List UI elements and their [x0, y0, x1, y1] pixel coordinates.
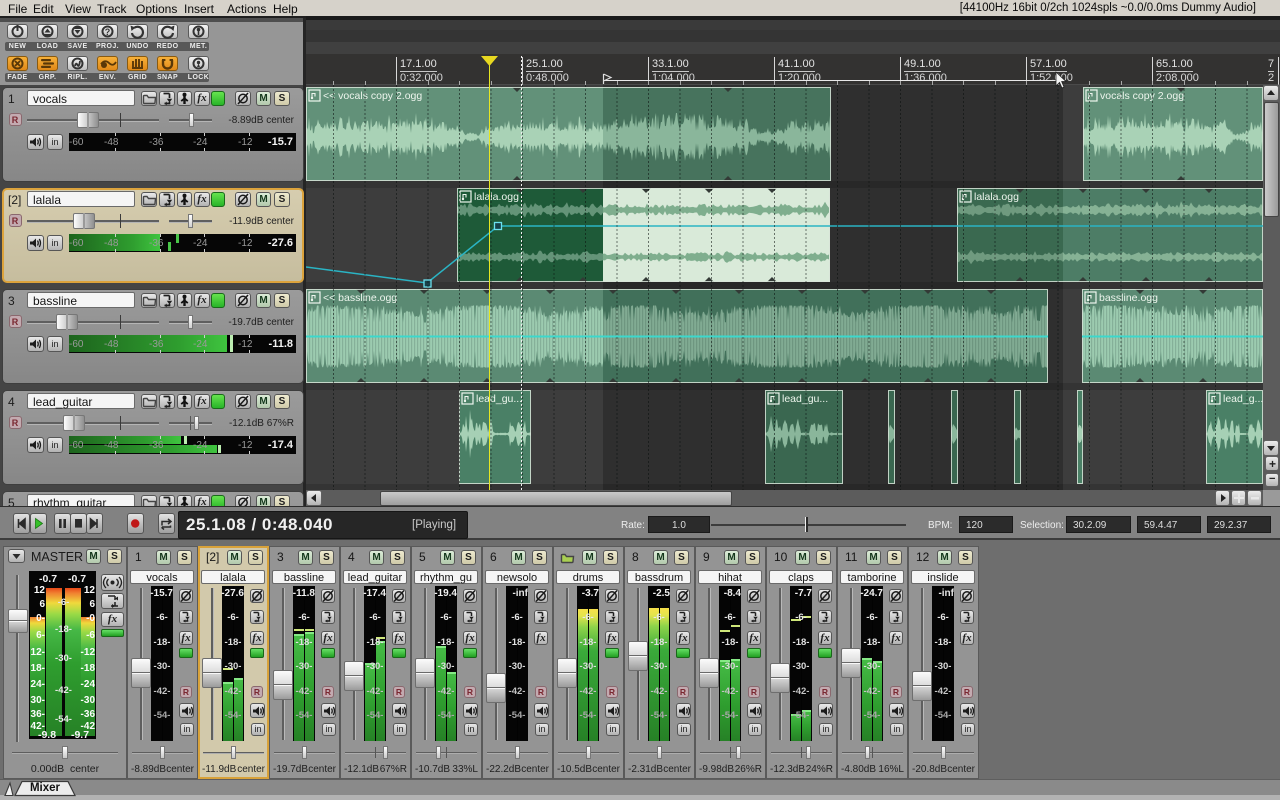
svg-text:?: ?	[105, 27, 111, 37]
